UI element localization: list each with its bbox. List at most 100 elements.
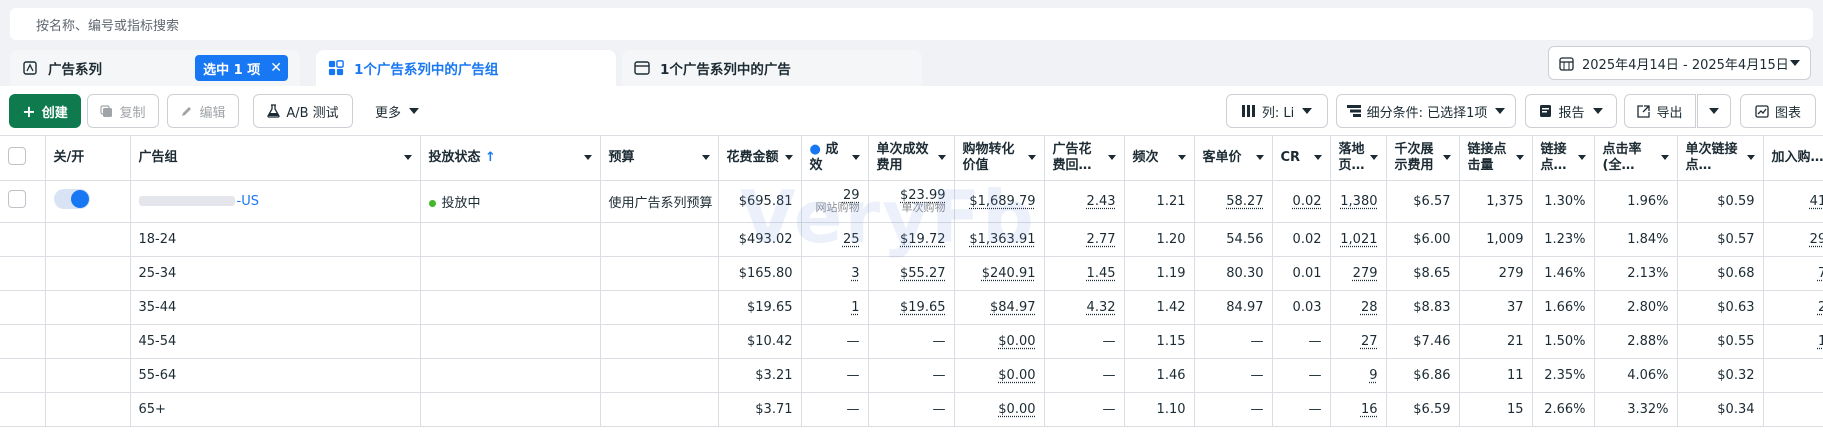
row-select [0,392,46,427]
purchase-value-cell: $1,689.79 [954,180,1045,223]
breakdown-dropdown-label: 细分条件: 已选择1项 [1366,105,1488,121]
breakdown-dropdown[interactable]: 细分条件: 已选择1项 [1336,94,1516,128]
export-icon [1637,104,1651,118]
column-header-landing[interactable]: 落地页… [1330,136,1387,181]
cr-cell: 0.02 [1272,222,1331,257]
export-options-dropdown[interactable] [1697,94,1731,128]
ad-icon [634,60,650,76]
sort-dropdown-icon [701,155,710,161]
spend-cell: $3.21 [718,358,802,393]
clicks-cell: 1,009 [1459,222,1533,257]
aov-cell: 58.27 [1194,180,1273,223]
duplicate-button-label: 复制 [119,105,146,121]
calendar-icon [1559,56,1574,71]
atc-cell: 23 [1763,290,1823,325]
cr-cell: 0.03 [1272,290,1331,325]
date-range-picker[interactable]: 2025年4月14日 - 2025年4月15日 [1548,46,1811,80]
roas-cell: 2.77 [1044,222,1125,257]
value-cell: $0.00 [954,392,1045,427]
delivery-toggle[interactable] [53,189,90,209]
row-checkbox[interactable] [8,190,26,208]
clicks-cell: 21 [1459,324,1533,359]
more-dropdown[interactable]: 更多 [362,94,432,128]
row-toggle-cell [45,358,131,393]
chevron-down-icon [1790,60,1800,66]
tab-adsets[interactable]: 1个广告系列中的广告组 [316,50,616,86]
column-header-cost-per-result[interactable]: 单次成效费用 [868,136,955,181]
columns-dropdown[interactable]: 列: Li [1226,94,1328,128]
export-button-label: 导出 [1656,105,1683,121]
edit-button[interactable]: 编辑 [167,94,239,128]
results-cell: 3 [801,256,869,291]
column-header-cpc-link[interactable]: 单次链接点… [1677,136,1764,181]
column-header-aov[interactable]: 客单价 [1194,136,1273,181]
column-header-purchase-value[interactable]: 购物转化价值 [954,136,1045,181]
export-button[interactable]: 导出 [1624,94,1696,128]
landing-cell: 1,021 [1330,222,1387,257]
budget-cell [600,392,719,427]
column-header-cpm[interactable]: 千次展示费用 [1386,136,1460,181]
column-header-toggle[interactable]: 关/开 [45,136,131,181]
duplicate-button[interactable]: 复制 [87,94,159,128]
chevron-down-icon [1709,108,1719,114]
reports-dropdown[interactable]: 报告 [1525,94,1617,128]
select-all-checkbox[interactable] [8,146,26,165]
column-header-results[interactable]: ● 成效 [801,136,869,181]
column-header-frequency[interactable]: 频次 [1124,136,1195,181]
sort-dropdown-icon [1177,155,1186,161]
value-cell: $0.00 [954,358,1045,393]
ctr-cell: 3.32% [1594,392,1678,427]
column-header-link-ctr[interactable]: 链接点… [1532,136,1595,181]
sort-dropdown-icon [1515,155,1524,161]
row-select [0,290,46,325]
date-range-label: 2025年4月14日 - 2025年4月15日 [1582,57,1789,73]
freq-cell: 1.20 [1124,222,1195,257]
report-icon [1539,104,1552,118]
roas-cell: 4.32 [1044,290,1125,325]
clicks-cell: 279 [1459,256,1533,291]
add-to-cart-cell: 411 [1763,180,1823,223]
column-header-adset[interactable]: 广告组 [130,136,421,181]
charts-button-label: 图表 [1774,105,1801,121]
landing-cell: 27 [1330,324,1387,359]
column-header-add-to-cart[interactable]: 加入购… [1763,136,1823,181]
cr-cell: — [1272,392,1331,427]
column-header-ctr-all[interactable]: 点击率(全… [1594,136,1678,181]
adset-name-cell[interactable]: -US [130,180,421,223]
adset-name-link[interactable]: -US [237,194,259,209]
age-breakdown-cell: 65+ [130,392,421,427]
chevron-down-icon [1495,108,1506,114]
create-button[interactable]: + 创建 [9,94,81,128]
tab-ads[interactable]: 1个广告系列中的广告 [622,50,922,86]
table-row-adset[interactable]: -US 投放中 使用广告系列预算 $695.81 29 网站购物 $23.99 单次… [0,180,1823,223]
toolbar: + 创建 复制 编辑 A/B 测试 更多 列: Li 细分条件: 已选择1项 报… [0,86,1823,136]
row-select [0,180,46,223]
lctr-cell: 1.23% [1532,222,1595,257]
column-header-cr[interactable]: CR [1272,136,1331,181]
charts-button[interactable]: 图表 [1740,94,1816,128]
table-row: 45-54 $10.42— — $0.00—1.15— —27 $7.46 21 1.50% 2… [0,324,1823,359]
column-header-spend[interactable]: 花费金额 [718,136,802,181]
cpm-cell: $8.65 [1386,256,1460,291]
column-header-budget[interactable]: 预算 [600,136,719,181]
selected-badge[interactable]: 选中 1 项 ✕ [195,55,288,81]
ab-test-button-label: A/B 测试 [286,105,339,121]
lctr-cell: 1.66% [1532,290,1595,325]
roas-cell: — [1044,358,1125,393]
frequency-cell: 1.21 [1124,180,1195,223]
ab-test-button[interactable]: A/B 测试 [253,94,353,128]
sort-dropdown-icon [1107,155,1116,161]
aov-cell: — [1194,324,1273,359]
close-icon[interactable]: ✕ [270,60,282,76]
results-cell: 1 [801,290,869,325]
cost-per-result-cell: $23.99 单次购物 [868,180,955,223]
column-header-roas[interactable]: 广告花费回… [1044,136,1125,181]
column-header-link-clicks[interactable]: 链接点击量 [1459,136,1533,181]
search-input[interactable]: 按名称、编号或指标搜索 [10,8,1813,40]
sort-dropdown-icon [1369,155,1378,161]
value-cell: $84.97 [954,290,1045,325]
column-header-delivery[interactable]: 投放状态 ↑ [420,136,601,181]
chevron-down-icon [409,108,419,114]
budget-cell: 使用广告系列预算 [600,180,719,223]
tab-campaigns[interactable]: 广告系列 选中 1 项 ✕ [10,50,300,86]
